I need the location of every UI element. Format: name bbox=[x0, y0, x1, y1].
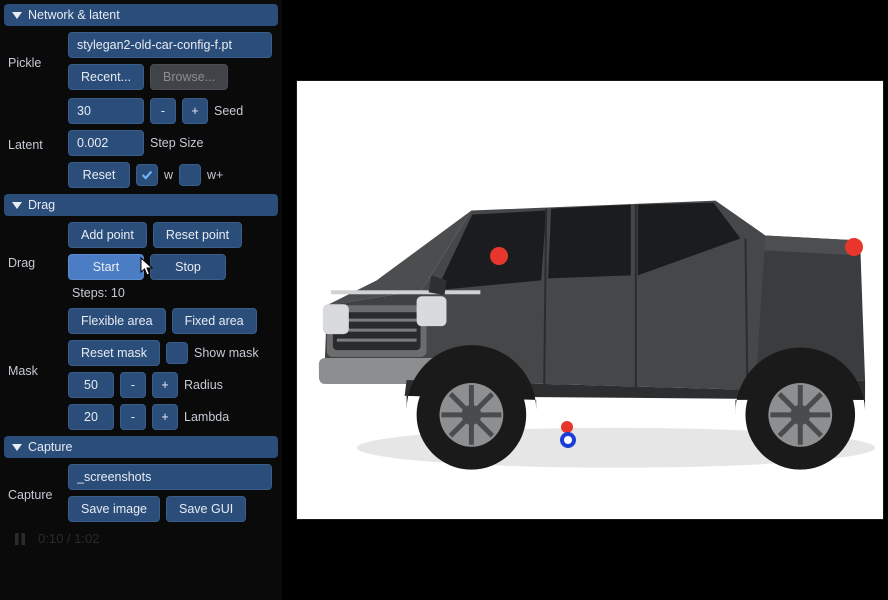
lambda-input[interactable] bbox=[68, 404, 114, 430]
sidebar: Network & latent Pickle Recent... Browse… bbox=[0, 0, 282, 600]
pickle-input[interactable] bbox=[68, 32, 272, 58]
row-mask: Mask Flexible area Fixed area Reset mask… bbox=[4, 306, 278, 432]
check-icon bbox=[140, 168, 154, 182]
seed-minus-button[interactable]: - bbox=[150, 98, 176, 124]
save-image-button[interactable]: Save image bbox=[68, 496, 160, 522]
section-header-network[interactable]: Network & latent bbox=[4, 4, 278, 26]
reset-point-button[interactable]: Reset point bbox=[153, 222, 242, 248]
wplus-label: w+ bbox=[207, 168, 223, 182]
main-viewport bbox=[282, 0, 888, 600]
stepsize-label: Step Size bbox=[150, 136, 204, 150]
browse-button[interactable]: Browse... bbox=[150, 64, 228, 90]
chevron-down-icon bbox=[12, 444, 22, 451]
reset-mask-button[interactable]: Reset mask bbox=[68, 340, 160, 366]
pause-icon bbox=[14, 532, 26, 546]
label-mask: Mask bbox=[8, 360, 62, 378]
show-mask-checkbox[interactable] bbox=[166, 342, 188, 364]
row-capture: Capture Save image Save GUI bbox=[4, 462, 278, 524]
lambda-label: Lambda bbox=[184, 410, 229, 424]
truck-image bbox=[297, 81, 883, 520]
row-drag: Drag Add point Reset point Start Stop St… bbox=[4, 220, 278, 302]
save-gui-button[interactable]: Save GUI bbox=[166, 496, 246, 522]
radius-plus-button[interactable]: + bbox=[152, 372, 178, 398]
playbar-time: 0:10 / 1:02 bbox=[38, 531, 99, 546]
stepsize-input[interactable] bbox=[68, 130, 144, 156]
image-canvas[interactable] bbox=[296, 80, 884, 520]
show-mask-label: Show mask bbox=[194, 346, 259, 360]
row-pickle: Pickle Recent... Browse... bbox=[4, 30, 278, 92]
flexible-area-button[interactable]: Flexible area bbox=[68, 308, 166, 334]
label-pickle: Pickle bbox=[8, 52, 62, 70]
w-label: w bbox=[164, 168, 173, 182]
w-checkbox[interactable] bbox=[136, 164, 158, 186]
seed-plus-button[interactable]: + bbox=[182, 98, 208, 124]
playbar: 0:10 / 1:02 bbox=[4, 525, 278, 552]
fixed-area-button[interactable]: Fixed area bbox=[172, 308, 257, 334]
label-capture: Capture bbox=[8, 484, 62, 502]
section-title-drag: Drag bbox=[28, 198, 55, 212]
seed-input[interactable] bbox=[68, 98, 144, 124]
radius-input[interactable] bbox=[68, 372, 114, 398]
lambda-minus-button[interactable]: - bbox=[120, 404, 146, 430]
stop-button[interactable]: Stop bbox=[150, 254, 226, 280]
reset-latent-button[interactable]: Reset bbox=[68, 162, 130, 188]
drag-point-red[interactable] bbox=[845, 238, 863, 256]
capture-path-input[interactable] bbox=[68, 464, 272, 490]
lambda-plus-button[interactable]: + bbox=[152, 404, 178, 430]
radius-label: Radius bbox=[184, 378, 223, 392]
section-header-drag[interactable]: Drag bbox=[4, 194, 278, 216]
add-point-button[interactable]: Add point bbox=[68, 222, 147, 248]
label-latent: Latent bbox=[8, 134, 62, 152]
seed-label: Seed bbox=[214, 104, 243, 118]
chevron-down-icon bbox=[12, 12, 22, 19]
section-header-capture[interactable]: Capture bbox=[4, 436, 278, 458]
drag-target-blue[interactable] bbox=[560, 432, 576, 448]
start-button[interactable]: Start bbox=[68, 254, 144, 280]
label-drag: Drag bbox=[8, 252, 62, 270]
section-title-capture: Capture bbox=[28, 440, 72, 454]
steps-text: Steps: 10 bbox=[72, 286, 125, 300]
drag-point-red[interactable] bbox=[490, 247, 508, 265]
row-latent: Latent - + Seed Step Size Reset w w+ bbox=[4, 96, 278, 190]
radius-minus-button[interactable]: - bbox=[120, 372, 146, 398]
wplus-checkbox[interactable] bbox=[179, 164, 201, 186]
chevron-down-icon bbox=[12, 202, 22, 209]
recent-button[interactable]: Recent... bbox=[68, 64, 144, 90]
section-title-network: Network & latent bbox=[28, 8, 120, 22]
